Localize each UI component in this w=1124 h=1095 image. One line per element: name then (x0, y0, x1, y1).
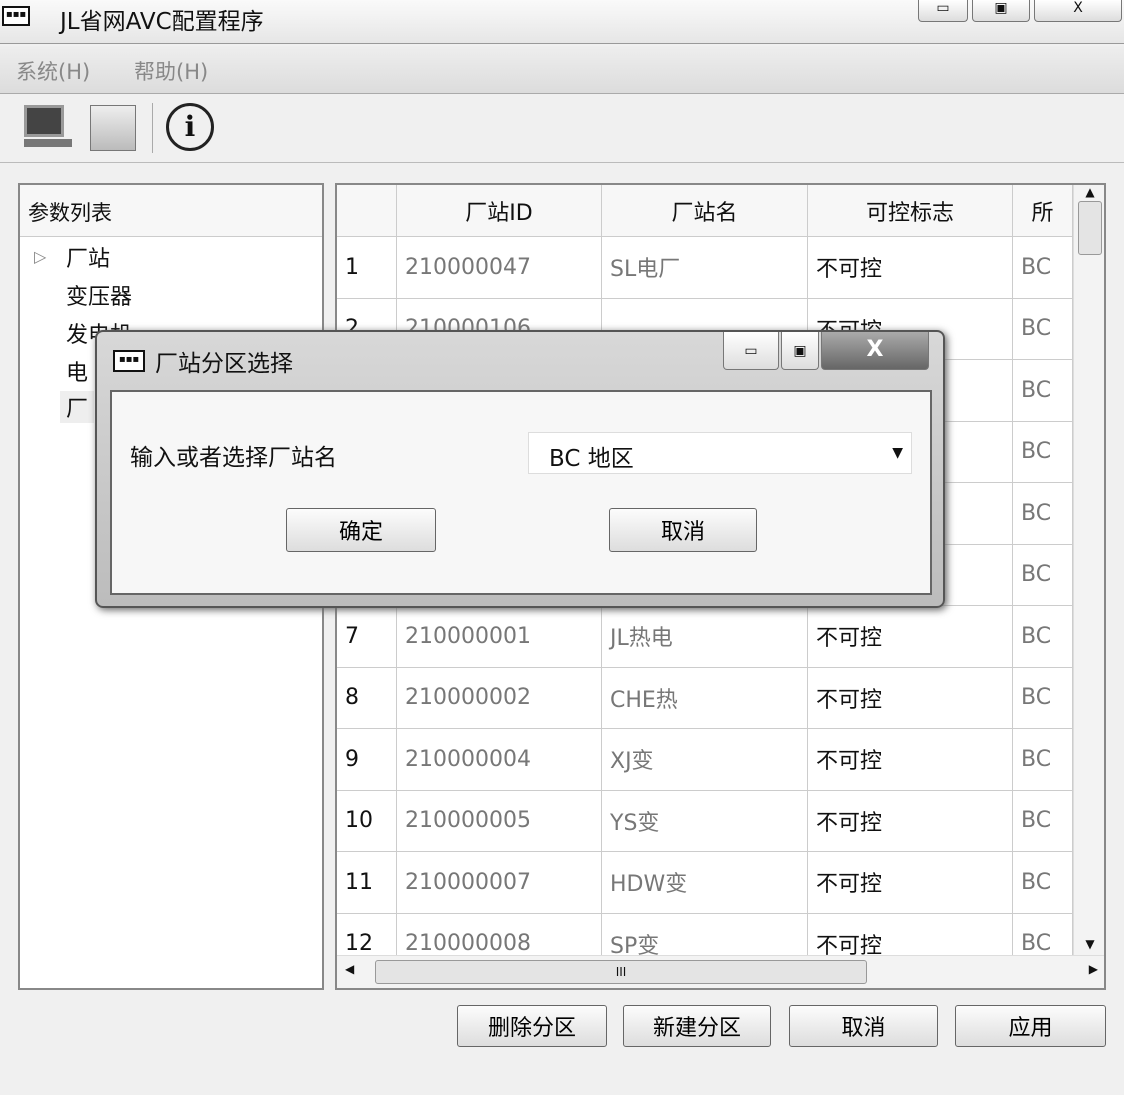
apply-button[interactable]: 应用 (955, 1005, 1106, 1047)
header-control-flag[interactable]: 可控标志 (808, 185, 1013, 237)
cell-region[interactable]: BC (1013, 667, 1073, 729)
cell-station-id[interactable]: 210000004 (397, 729, 602, 791)
tree-item-4[interactable]: 电 (66, 355, 88, 387)
header-station-name[interactable]: 厂站名 (602, 185, 808, 237)
dialog-body: 输入或者选择厂站名 BC 地区 ▼ 确定 取消 (110, 390, 932, 595)
cell-region[interactable]: BC (1013, 360, 1073, 422)
station-name-combobox[interactable]: BC 地区 ▼ (528, 432, 912, 474)
info-icon[interactable]: i (166, 103, 214, 151)
menu-help[interactable]: 帮助(H) (134, 56, 208, 86)
new-partition-button[interactable]: 新建分区 (623, 1005, 771, 1047)
toolbar-separator (152, 103, 153, 153)
toolbar: i (0, 95, 1124, 163)
cell-row-number[interactable]: 1 (337, 237, 397, 299)
window-title: JL省网AVC配置程序 (60, 9, 264, 35)
excel-export-icon[interactable] (90, 105, 136, 151)
cell-row-number[interactable]: 7 (337, 606, 397, 668)
tree-item-transformer[interactable]: 变压器 (66, 279, 132, 311)
maximize-button[interactable]: ▣ (972, 0, 1030, 22)
menu-bar: 系统(H) 帮助(H) (0, 46, 1124, 94)
cell-control-flag[interactable]: 不可控 (808, 667, 1013, 729)
cell-row-number[interactable]: 11 (337, 852, 397, 914)
header-row-number[interactable] (337, 185, 397, 237)
cell-control-flag[interactable]: 不可控 (808, 790, 1013, 852)
cell-region[interactable]: BC (1013, 852, 1073, 914)
delete-partition-button[interactable]: 删除分区 (457, 1005, 607, 1047)
dialog-icon: ▪▪▪ (113, 350, 145, 372)
cell-station-id[interactable]: 210000007 (397, 852, 602, 914)
cell-station-id[interactable]: 210000047 (397, 237, 602, 299)
cell-control-flag[interactable]: 不可控 (808, 237, 1013, 299)
cell-region[interactable]: BC (1013, 483, 1073, 545)
close-button[interactable]: X (1034, 0, 1122, 22)
dialog-ok-button[interactable]: 确定 (286, 508, 436, 552)
cell-row-number[interactable]: 9 (337, 729, 397, 791)
app-icon: ▪▪▪ (2, 6, 30, 26)
hscroll-thumb[interactable]: III (375, 960, 867, 984)
header-region[interactable]: 所 (1013, 185, 1073, 237)
cell-station-name[interactable]: XJ变 (602, 729, 808, 791)
cell-station-name[interactable]: HDW变 (602, 852, 808, 914)
dialog-title: 厂站分区选择 (155, 351, 293, 377)
dialog-cancel-button[interactable]: 取消 (609, 508, 757, 552)
menu-system[interactable]: 系统(H) (16, 56, 90, 86)
cell-control-flag[interactable]: 不可控 (808, 606, 1013, 668)
tree-item-station[interactable]: 厂站 (66, 241, 110, 273)
cancel-button[interactable]: 取消 (789, 1005, 938, 1047)
dialog-close-button[interactable]: X (821, 332, 929, 370)
expand-icon[interactable]: ▷ (34, 247, 46, 266)
title-bar: ▪▪▪ JL省网AVC配置程序 ▭ ▣ X (0, 0, 1124, 44)
cell-station-name[interactable]: SL电厂 (602, 237, 808, 299)
station-name-label: 输入或者选择厂站名 (130, 445, 337, 471)
vertical-scrollbar[interactable]: ▲ ▼ (1073, 185, 1104, 955)
cell-station-id[interactable]: 210000005 (397, 790, 602, 852)
minimize-button[interactable]: ▭ (918, 0, 968, 22)
parameter-list-header: 参数列表 (20, 185, 322, 237)
horizontal-scrollbar[interactable]: ◀ III ▶ (337, 955, 1104, 988)
cell-region[interactable]: BC (1013, 729, 1073, 791)
computer-icon[interactable] (24, 105, 72, 149)
cell-row-number[interactable]: 10 (337, 790, 397, 852)
tree-item-5[interactable]: 厂 (60, 391, 95, 423)
cell-region[interactable]: BC (1013, 421, 1073, 483)
cell-control-flag[interactable]: 不可控 (808, 852, 1013, 914)
header-station-id[interactable]: 厂站ID (397, 185, 602, 237)
cell-station-id[interactable]: 210000001 (397, 606, 602, 668)
dialog-maximize-button[interactable]: ▣ (781, 332, 819, 370)
cell-region[interactable]: BC (1013, 298, 1073, 360)
cell-station-name[interactable]: JL热电 (602, 606, 808, 668)
cell-region[interactable]: BC (1013, 237, 1073, 299)
cell-station-name[interactable]: YS变 (602, 790, 808, 852)
cell-region[interactable]: BC (1013, 544, 1073, 606)
cell-row-number[interactable]: 8 (337, 667, 397, 729)
cell-station-name[interactable]: CHE热 (602, 667, 808, 729)
cell-region[interactable]: BC (1013, 606, 1073, 668)
combobox-value: BC 地区 (549, 446, 634, 472)
cell-station-id[interactable]: 210000002 (397, 667, 602, 729)
cell-control-flag[interactable]: 不可控 (808, 729, 1013, 791)
dialog-minimize-button[interactable]: ▭ (723, 332, 779, 370)
station-partition-dialog: ▪▪▪ 厂站分区选择 ▭ ▣ X 输入或者选择厂站名 BC 地区 ▼ 确定 取消 (95, 330, 945, 608)
cell-region[interactable]: BC (1013, 790, 1073, 852)
chevron-down-icon[interactable]: ▼ (892, 445, 903, 461)
